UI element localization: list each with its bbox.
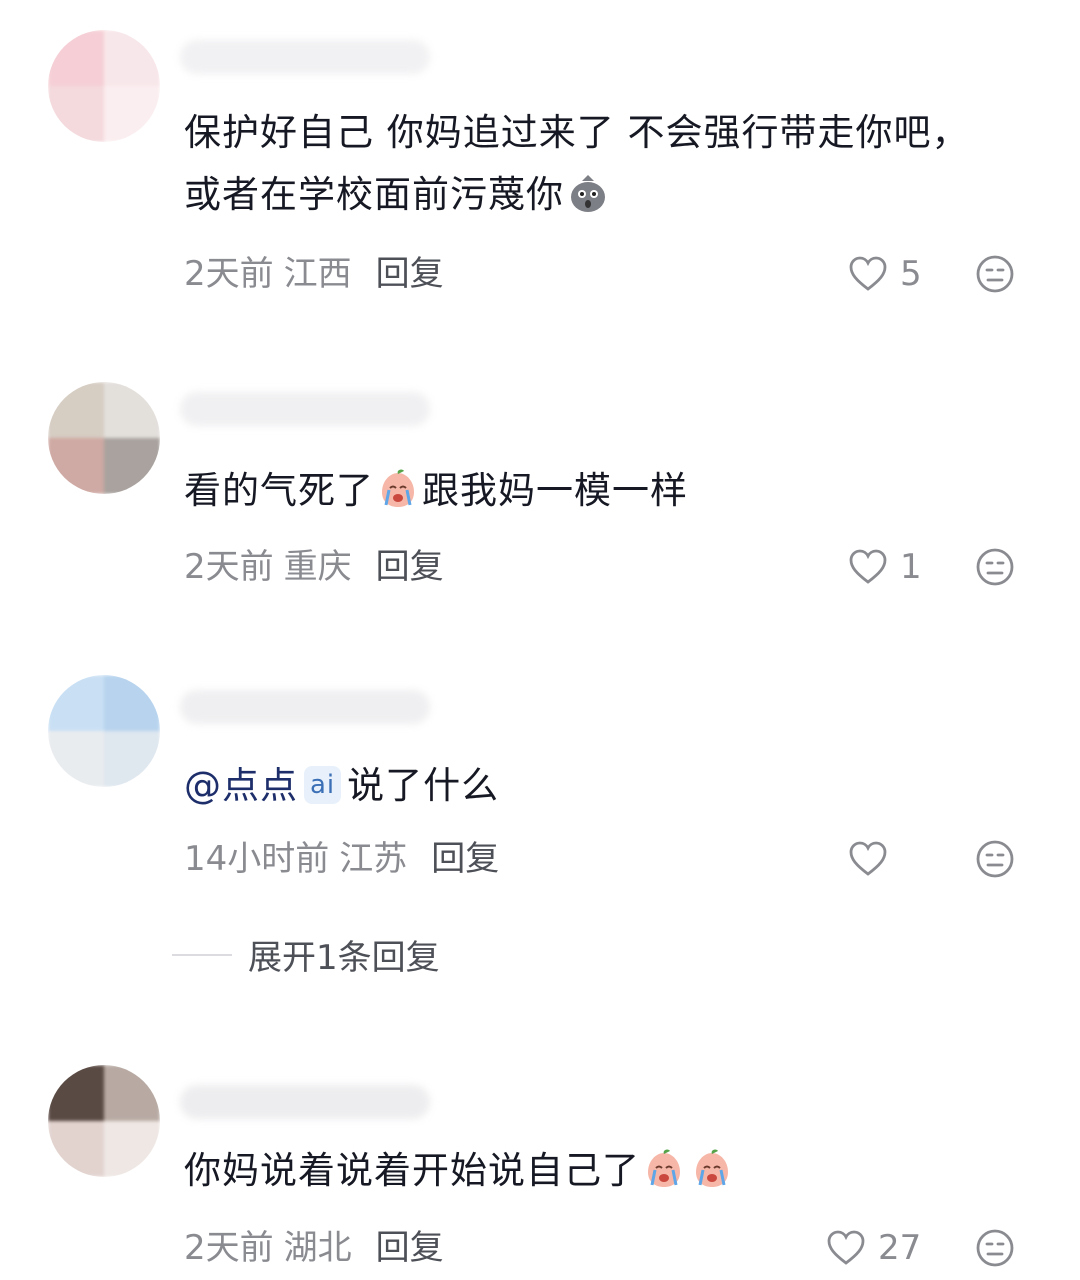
- comment-location: 重庆: [283, 547, 352, 587]
- comment-meta: 2天前 重庆 回复: [184, 545, 444, 589]
- comment-location: 江苏: [339, 839, 408, 879]
- ai-tag[interactable]: ai: [304, 765, 342, 804]
- comment-text: 看的气死了 跟我妈一模一样: [184, 460, 984, 522]
- reply-button[interactable]: 回复: [431, 839, 499, 879]
- comment-text: @点点 ai 说了什么: [184, 764, 500, 807]
- heart-icon: [849, 549, 887, 584]
- expand-replies-label: 展开1条回复: [248, 938, 440, 978]
- mention-link[interactable]: @点点: [184, 764, 298, 807]
- dislike-icon[interactable]: [975, 547, 1015, 587]
- avatar[interactable]: [48, 675, 160, 787]
- reply-button[interactable]: 回复: [376, 254, 444, 294]
- expand-replies-button[interactable]: 展开1条回复: [172, 930, 440, 979]
- comment-location: 江西: [283, 254, 352, 294]
- heart-icon: [849, 256, 887, 291]
- avatar[interactable]: [48, 30, 160, 142]
- comment-meta: 14小时前 江苏 回复: [184, 837, 499, 881]
- comment-location: 湖北: [283, 1228, 352, 1268]
- avatar[interactable]: [48, 382, 160, 494]
- shocked-rock-icon: [566, 171, 610, 215]
- like-button[interactable]: [848, 837, 900, 881]
- comment-meta: 2天前 江西 回复: [184, 252, 444, 296]
- like-button[interactable]: 1: [848, 545, 922, 589]
- avatar[interactable]: [48, 1065, 160, 1177]
- username-blurred[interactable]: [180, 392, 430, 426]
- crying-peach-icon: [376, 467, 420, 511]
- comment-time: 2天前: [184, 547, 274, 587]
- crying-peach-icon: [690, 1147, 734, 1191]
- dislike-icon[interactable]: [975, 839, 1015, 879]
- like-count: 27: [878, 1228, 922, 1268]
- reply-button[interactable]: 回复: [376, 1228, 444, 1268]
- comment-meta: 2天前 湖北 回复: [184, 1226, 444, 1270]
- like-count: 5: [900, 254, 922, 294]
- comment-time: 2天前: [184, 1228, 274, 1268]
- reply-button[interactable]: 回复: [376, 547, 444, 587]
- comment-text: 你妈说着说着开始说自己了: [184, 1140, 984, 1202]
- divider-line: [172, 953, 232, 956]
- comment-time: 2天前: [184, 254, 274, 294]
- dislike-icon[interactable]: [975, 1228, 1015, 1268]
- like-button[interactable]: 5: [848, 252, 922, 296]
- username-blurred[interactable]: [180, 40, 430, 74]
- comment-text: 保护好自己 你妈追过来了 不会强行带走你吧，或者在学校面前污蔑你: [184, 111, 970, 216]
- crying-peach-icon: [642, 1147, 686, 1191]
- username-blurred[interactable]: [180, 690, 430, 724]
- heart-icon: [849, 841, 887, 876]
- dislike-icon[interactable]: [975, 254, 1015, 294]
- like-button[interactable]: 27: [826, 1226, 921, 1270]
- comment-time: 14小时前: [184, 839, 330, 879]
- like-count: 1: [900, 547, 922, 587]
- heart-icon: [827, 1230, 865, 1265]
- username-blurred[interactable]: [180, 1085, 430, 1119]
